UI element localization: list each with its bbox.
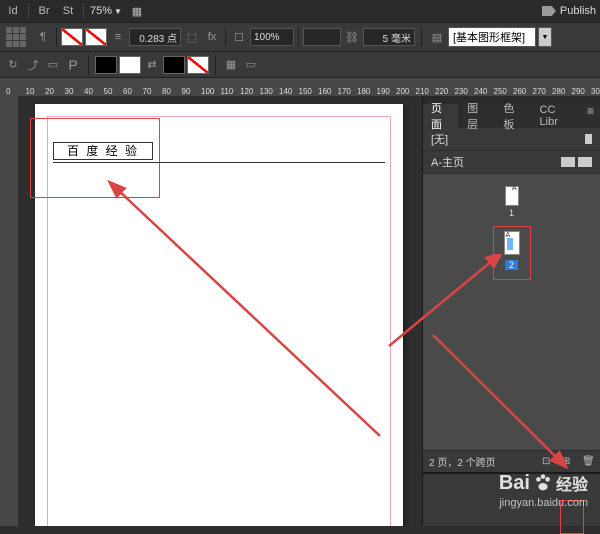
dash-preset[interactable] — [303, 28, 341, 46]
chain-icon[interactable]: ⛓ — [343, 28, 361, 46]
panel-tab-bar: 页面 图层 色板 CC Libr ≡ — [423, 104, 600, 128]
zoom-dropdown[interactable]: 75%▼ — [90, 5, 122, 17]
text-stroke-swatch[interactable] — [119, 56, 141, 74]
pages-thumbnail-area[interactable]: A 1 A 2 — [423, 174, 600, 450]
text-fill-swatch[interactable] — [95, 56, 117, 74]
master-spread-icon — [561, 157, 575, 167]
app-menubar: Id Br St 75%▼ ▦ Publish — [0, 0, 600, 22]
stock-icon[interactable]: St — [59, 2, 77, 20]
app-icon[interactable]: Id — [4, 2, 22, 20]
watermark: Bai 经验 jingyan.baidu.com — [499, 471, 588, 509]
reference-point-grid[interactable] — [4, 25, 32, 49]
bridge-icon[interactable]: Br — [35, 2, 53, 20]
cloud-icon — [542, 6, 556, 16]
swap-swatch-icon[interactable]: ⇄ — [143, 56, 161, 74]
rotate-icon[interactable]: ↻ — [4, 56, 22, 74]
master-none-row[interactable]: [无] — [423, 128, 600, 151]
rule-line — [53, 162, 385, 163]
flip-icon[interactable]: ⤴ — [24, 56, 42, 74]
control-bar-row1: ¶ ≡ 0.283 点 ⬚ fx ☐ 100% ⛓ 5 毫米 ▤ [基本图形框架… — [0, 22, 600, 52]
new-page-icon[interactable]: ⊞ — [562, 456, 574, 468]
view-icons[interactable]: ▦ — [128, 2, 146, 20]
none-spread-icon — [585, 134, 592, 144]
stroke-weight-input[interactable]: 0.283 点 — [129, 28, 181, 46]
annotation-arrow-3 — [423, 329, 593, 469]
tab-layers[interactable]: 图层 — [459, 104, 495, 128]
apply-none-swatch[interactable] — [187, 56, 209, 74]
text-frame[interactable]: 百 度 经 验 — [53, 142, 153, 160]
publish-button[interactable]: Publish — [542, 5, 596, 17]
stroke-swatch-none[interactable] — [85, 28, 107, 46]
tab-swatches[interactable]: 色板 — [495, 104, 531, 128]
document-page[interactable]: 百 度 经 验 — [35, 104, 403, 526]
paw-icon — [532, 472, 554, 494]
edit-page-size-icon[interactable]: ⊡ — [542, 456, 554, 468]
master-a-row[interactable]: A-主页 — [423, 151, 600, 174]
pages-panel: ◂◂ 页面 图层 色板 CC Libr ≡ [无] A-主页 A 1 A 2 — [422, 96, 600, 526]
page-count-label: 2 页，2 个跨页 — [429, 454, 496, 469]
size-input[interactable]: 5 毫米 — [363, 28, 415, 46]
panel-menu-icon[interactable]: ≡ — [581, 104, 600, 128]
page-thumb-2-selected[interactable]: A 2 — [493, 226, 531, 280]
annotation-box-2: A 2 — [493, 226, 531, 280]
pages-panel-footer: 2 页，2 个跨页 ⊡ ⊞ 🗑 — [423, 450, 600, 472]
delete-page-icon[interactable]: 🗑 — [582, 456, 594, 468]
control-bar-row2: ↻ ⤴ ▭ P ⇄ ▦ ▭ — [0, 52, 600, 78]
corner-icon[interactable]: ⬚ — [183, 28, 201, 46]
fx-icon[interactable]: fx — [203, 28, 221, 46]
stroke-weight-icon: ≡ — [109, 28, 127, 46]
fill-swatch-none[interactable] — [61, 28, 83, 46]
tab-cclib[interactable]: CC Libr — [532, 104, 581, 128]
page-thumb-1[interactable]: A 1 — [505, 186, 519, 218]
horizontal-ruler: 0102030405060708090100110120130140150160… — [0, 78, 600, 96]
align-icon[interactable]: ▤ — [428, 28, 446, 46]
frame-preset-select[interactable]: [基本图形框架] — [448, 27, 536, 47]
tab-pages[interactable]: 页面 — [423, 104, 459, 128]
opacity-input[interactable]: 100% — [250, 28, 294, 46]
vertical-ruler — [0, 96, 18, 526]
canvas-area[interactable]: 百 度 经 验 — [0, 96, 422, 526]
frame-preset-arrow[interactable]: ▼ — [538, 27, 552, 47]
char-format-icon[interactable]: ¶ — [34, 28, 52, 46]
apply-black-swatch[interactable] — [163, 56, 185, 74]
view-mode-icon[interactable]: ▭ — [242, 56, 260, 74]
